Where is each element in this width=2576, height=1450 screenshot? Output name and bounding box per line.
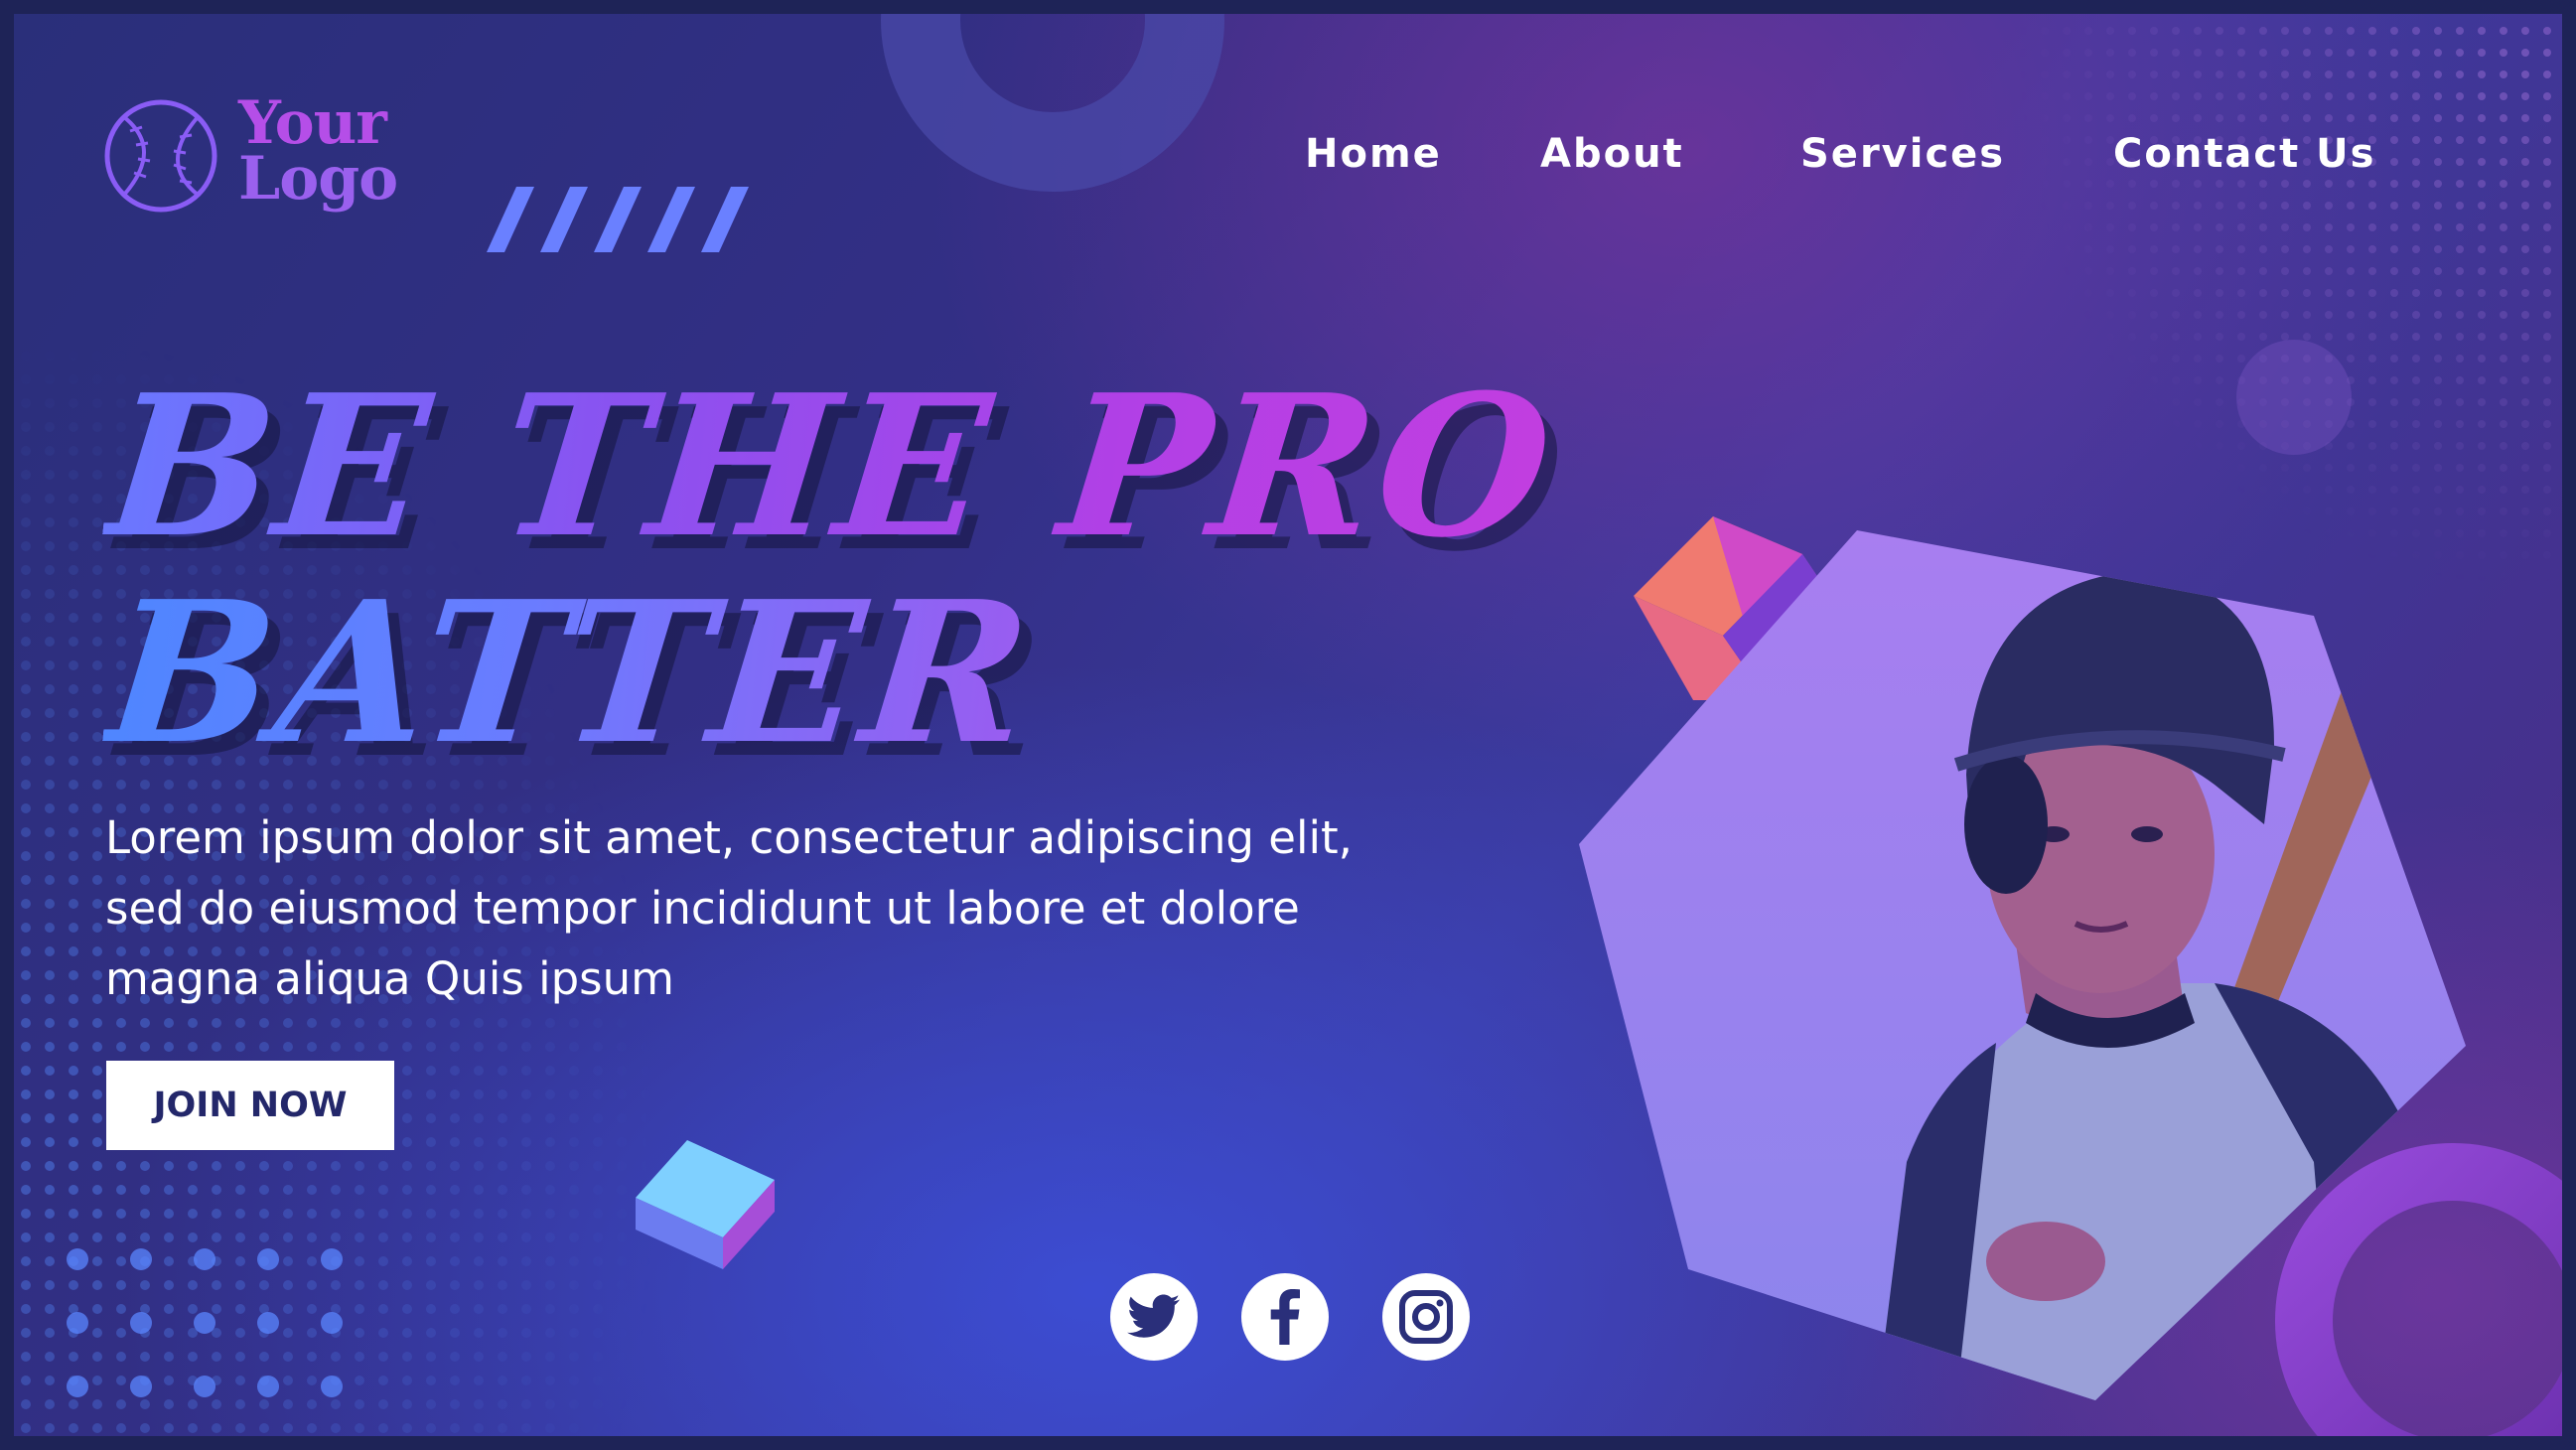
join-now-button[interactable]: JOIN NOW (106, 1061, 394, 1150)
twitter-icon (1127, 1294, 1180, 1338)
nav-about[interactable]: About (1540, 131, 1684, 177)
nav-contact-us[interactable]: Contact Us (2113, 131, 2375, 177)
headline-line-2-text: BATTER (97, 559, 1044, 788)
logo-line-1: Your (238, 88, 387, 158)
batter-photo (1579, 530, 2576, 1450)
logo-line-2: Logo (238, 144, 398, 214)
hero-description: Lorem ipsum dolor sit amet, consectetur … (105, 811, 1353, 1005)
headline-line-1: BE THE PRO BE THE PRO (97, 353, 1577, 595)
logo-text[interactable]: Your Logo (238, 88, 398, 214)
slash-decoration (487, 187, 749, 252)
landing-page: Your Logo Home About Services Contact Us… (0, 0, 2576, 1450)
instagram-icon (1399, 1290, 1453, 1344)
nav-services[interactable]: Services (1800, 131, 2005, 177)
headline-line-1-text: BE THE PRO (97, 353, 1565, 581)
decorative-ring (881, 0, 1224, 192)
facebook-button[interactable] (1241, 1273, 1329, 1361)
twitter-button[interactable] (1110, 1273, 1198, 1361)
cube-decoration-small (636, 1140, 775, 1269)
baseball-icon (104, 99, 217, 213)
nav-home[interactable]: Home (1305, 131, 1442, 177)
dot-grid-bottom-left (67, 1248, 343, 1397)
facebook-icon (1270, 1289, 1300, 1345)
headline-line-2: BATTER BATTER (97, 559, 1056, 801)
instagram-button[interactable] (1382, 1273, 1470, 1361)
